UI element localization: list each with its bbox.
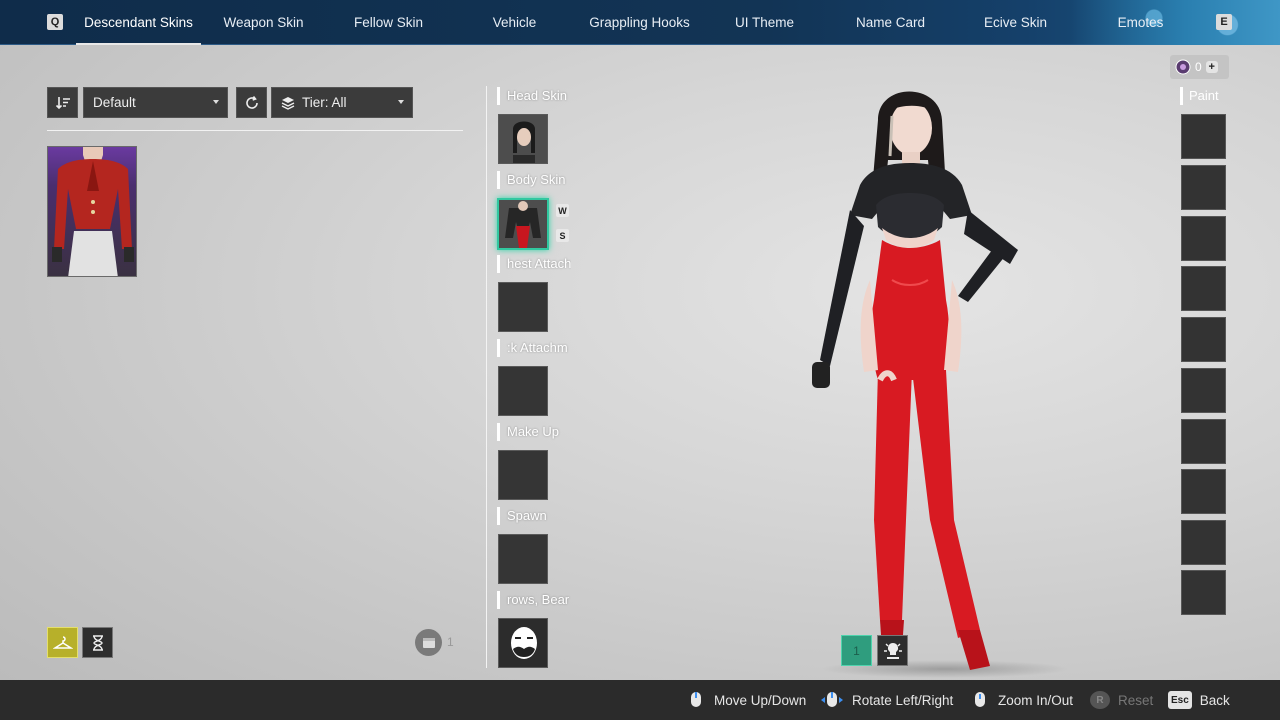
hint-rotate[interactable]: Rotate Left/Right xyxy=(820,690,953,710)
paint-slot[interactable] xyxy=(1181,114,1226,159)
slot-back-attachment[interactable] xyxy=(498,366,548,416)
slot-label-head-skin: Head Skin xyxy=(497,87,571,105)
paint-slot[interactable] xyxy=(1181,520,1226,565)
refresh-icon xyxy=(245,95,258,109)
tab-vehicle[interactable]: Vehicle xyxy=(452,0,577,45)
paint-slot[interactable] xyxy=(1181,165,1226,210)
top-nav: Q Descendant Skins Weapon Skin Fellow Sk… xyxy=(0,0,1280,45)
bottom-hint-bar xyxy=(0,680,1280,720)
wardrobe-filter-button[interactable] xyxy=(47,627,78,658)
hint-reset-label: Reset xyxy=(1118,692,1154,708)
face-icon xyxy=(511,627,537,659)
paint-slot[interactable] xyxy=(1181,317,1226,362)
slot-tag-w: W xyxy=(556,204,569,217)
inventory-count: 1 xyxy=(447,635,454,649)
hint-rotate-label: Rotate Left/Right xyxy=(852,692,954,708)
tier-dropdown[interactable]: Tier: All xyxy=(271,87,413,118)
hint-back-label: Back xyxy=(1199,692,1230,708)
body-skin-image xyxy=(499,200,547,248)
hint-reset[interactable]: R Reset xyxy=(1090,690,1153,710)
slot-label-body-skin: Body Skin xyxy=(497,171,571,189)
slot-label-make-up: Make Up xyxy=(497,423,571,441)
hint-move-label: Move Up/Down xyxy=(714,692,807,708)
tab-name-card[interactable]: Name Card xyxy=(828,0,953,45)
hourglass-icon xyxy=(92,634,103,651)
head-skin-image xyxy=(499,115,547,163)
tab-grappling-hooks[interactable]: Grappling Hooks xyxy=(577,0,702,45)
slot-label-chest-attachment: hest Attach xyxy=(497,255,571,273)
hint-back[interactable]: Esc Back xyxy=(1168,690,1230,710)
layers-icon xyxy=(281,96,295,110)
paint-slot[interactable] xyxy=(1181,570,1226,615)
next-tab-key[interactable]: E xyxy=(1216,14,1232,30)
paint-slot[interactable] xyxy=(1181,216,1226,261)
reset-filter-button[interactable] xyxy=(236,87,267,118)
outfit-preset-1-button[interactable]: 1 xyxy=(841,635,872,666)
mouse-wheel-icon xyxy=(975,692,985,707)
paint-slot[interactable] xyxy=(1181,266,1226,311)
red-uniform-skin-image xyxy=(52,147,134,276)
inventory-count-badge xyxy=(415,629,442,656)
add-currency-icon[interactable]: + xyxy=(1205,61,1218,73)
mouse-rotate-icon xyxy=(821,692,843,707)
limited-time-filter-button[interactable] xyxy=(82,627,113,658)
slot-spawn[interactable] xyxy=(498,534,548,584)
lighting-toggle-button[interactable] xyxy=(877,635,908,666)
slot-label-spawn: Spawn xyxy=(497,507,571,525)
sort-order-button[interactable] xyxy=(47,87,78,118)
chevron-down-icon xyxy=(213,100,219,104)
slot-make-up[interactable] xyxy=(498,450,548,500)
tab-fellow-skin[interactable]: Fellow Skin xyxy=(326,0,451,45)
tier-value: Tier: All xyxy=(302,95,347,110)
paint-slot[interactable] xyxy=(1181,368,1226,413)
tab-weapon-skin[interactable]: Weapon Skin xyxy=(201,0,326,45)
reset-key: R xyxy=(1090,691,1110,709)
tab-ui-theme[interactable]: UI Theme xyxy=(702,0,827,45)
tab-emotes[interactable]: Emotes xyxy=(1078,0,1203,45)
chevron-down-icon xyxy=(398,100,404,104)
paint-slot[interactable] xyxy=(1181,469,1226,514)
prev-tab-key[interactable]: Q xyxy=(47,14,63,30)
slot-tag-s: S xyxy=(556,229,569,242)
tab-ecive-skin[interactable]: Ecive Skin xyxy=(953,0,1078,45)
esc-key: Esc xyxy=(1168,691,1192,709)
slot-eyebrows-beard[interactable] xyxy=(498,618,548,668)
character-model[interactable] xyxy=(780,80,1080,680)
slot-head-skin[interactable] xyxy=(498,114,548,164)
divider xyxy=(47,130,463,131)
hint-move[interactable]: Move Up/Down xyxy=(686,690,806,710)
sort-value: Default xyxy=(93,95,136,110)
tab-descendant-skins[interactable]: Descendant Skins xyxy=(76,0,201,45)
slot-body-skin[interactable] xyxy=(497,198,549,250)
slot-label-eyebrows-beard: rows, Bear xyxy=(497,591,571,609)
hanger-icon xyxy=(52,635,73,649)
outfit-preset-number: 1 xyxy=(853,643,860,658)
slot-label-back-attachment: :k Attachm xyxy=(497,339,571,357)
paint-currency: 0 + xyxy=(1170,55,1229,79)
hint-zoom-label: Zoom In/Out xyxy=(998,692,1074,708)
sort-dropdown[interactable]: Default xyxy=(83,87,228,118)
currency-value: 0 xyxy=(1195,60,1202,74)
box-icon xyxy=(422,637,435,648)
slot-column-divider xyxy=(486,86,487,668)
paint-label: Paint xyxy=(1180,87,1219,105)
skin-item-card[interactable] xyxy=(47,146,137,277)
light-bulb-icon xyxy=(883,642,902,659)
slot-chest-attachment[interactable] xyxy=(498,282,548,332)
mouse-move-icon xyxy=(691,692,701,707)
sort-icon xyxy=(55,96,70,109)
hint-zoom[interactable]: Zoom In/Out xyxy=(970,690,1073,710)
paint-token-icon xyxy=(1175,59,1191,75)
paint-slot[interactable] xyxy=(1181,419,1226,464)
